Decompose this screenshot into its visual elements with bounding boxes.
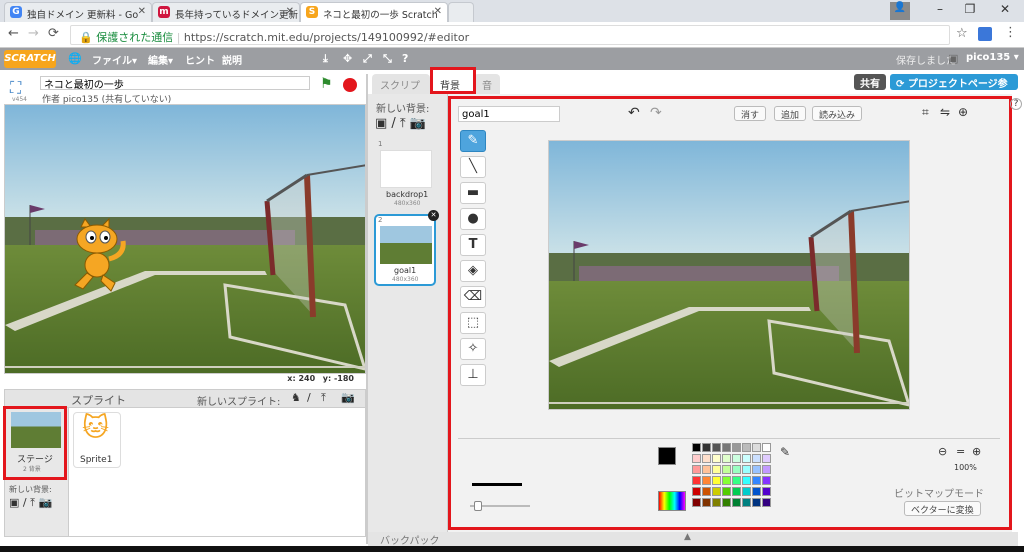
editor-tabs: スクリプト 背景 音 共有 ⟳ プロジェクトページ参照 [368, 67, 1018, 107]
m-site-icon: m [158, 6, 170, 18]
user-menu[interactable]: pico135 ▾ [966, 52, 1019, 63]
highlight-stage [3, 406, 67, 480]
sprite-name: Sprite1 [80, 455, 113, 465]
delete-icon[interactable]: ✕ [428, 210, 439, 221]
lock-icon: 🔒 [79, 31, 97, 44]
backdrop-choose-icons[interactable]: ▣ / ⤒ 📷 [375, 116, 426, 131]
backdrop-thumbnail [380, 150, 432, 188]
backdrop-thumbnail [380, 226, 432, 264]
backdrop-item-selected[interactable]: 2 ✕ goal1 480x360 [374, 210, 439, 286]
url-input[interactable]: 🔒 保護された通信 | https://scratch.mit.edu/proj… [70, 25, 950, 45]
sprite-thumbnail[interactable]: 🐱 Sprite1 [73, 412, 121, 468]
shrink-tool-icon[interactable]: ⤡ [383, 52, 392, 66]
cat-thumbnail-icon: 🐱 [82, 413, 110, 443]
browser-tab-title: 独自ドメイン 更新料 - Go [27, 10, 139, 21]
about-menu[interactable]: 説明 [222, 52, 242, 67]
backdrop-name: goal1 [394, 266, 417, 275]
profile-icon[interactable]: 👤 [890, 2, 910, 20]
upload-sprite-icon[interactable]: ⤒ [321, 391, 326, 405]
star-icon[interactable]: ☆ [956, 26, 968, 41]
browser-tab-title: 長年持っているドメイン更新 [175, 10, 299, 21]
fullscreen-icon[interactable]: ⛶ [10, 78, 21, 98]
mouse-y: y: -180 [322, 374, 354, 383]
sprite-library-icon[interactable]: ♞ [291, 391, 301, 404]
backdrop-item[interactable]: 1 backdrop1 480x360 [374, 140, 440, 208]
folder-icon[interactable]: ▣ [948, 52, 958, 65]
backdrop-size: 480x360 [394, 200, 421, 207]
highlight-backdrop-tab [430, 67, 476, 94]
backdrop-size: 480x360 [392, 276, 419, 283]
security-label: 保護された通信 [96, 31, 174, 44]
extension-icon[interactable] [978, 27, 992, 41]
share-button[interactable]: 共有 [854, 74, 886, 90]
cat-sprite[interactable] [67, 217, 131, 297]
project-page-button[interactable]: ⟳ プロジェクトページ参照 [890, 74, 1018, 105]
minimize-icon[interactable]: – [925, 2, 955, 20]
backdrop-name: backdrop1 [386, 190, 429, 199]
tab-sounds[interactable]: 音 [474, 74, 500, 94]
window-close-icon[interactable]: ✕ [990, 2, 1020, 20]
backpack-bar[interactable]: バックパック ▲ [368, 532, 1018, 547]
mouse-x: x: 240 [287, 374, 316, 383]
stage-footer: x: 240 y: -180 [4, 374, 366, 388]
stop-icon[interactable] [343, 78, 357, 92]
edit-menu[interactable]: 編集▾ [148, 52, 173, 67]
file-menu[interactable]: ファイル▾ [92, 52, 137, 67]
project-title-input[interactable] [40, 76, 310, 90]
grow-tool-icon[interactable]: ⤢ [363, 52, 372, 66]
back-icon[interactable]: ← [8, 26, 19, 41]
backdrop-number: 2 [378, 216, 383, 224]
reload-icon[interactable]: ⟳ [48, 26, 59, 41]
version-label: v454 [12, 96, 28, 103]
backdrop-number: 1 [378, 140, 383, 148]
cut-tool-icon[interactable]: ✥ [343, 52, 352, 65]
saved-status: 保存しました [896, 56, 956, 67]
browser-tab-strip: G 独自ドメイン 更新料 - Go ✕ m 長年持っているドメイン更新 ✕ S … [0, 0, 1024, 22]
browser-tab-title: ネコと最初の一歩 Scratch [323, 10, 438, 21]
paint-editor: ↶ ↷ 消す 追加 読み込み ⌗ ⇋ ⊕ ✎ ╲ ▬ ● T ◈ ⌫ ⬚ ✧ ⊥ [448, 94, 1012, 532]
url-text: https://scratch.mit.edu/projects/1491009… [183, 31, 470, 44]
browser-tab-2[interactable]: m 長年持っているドメイン更新 ✕ [152, 2, 300, 22]
expand-up-icon[interactable]: ▲ [684, 532, 691, 542]
scratch-icon: S [306, 6, 318, 18]
new-sprite-label: 新しいスプライト: [197, 397, 281, 408]
google-icon: G [10, 6, 22, 18]
restore-icon[interactable]: ❐ [955, 2, 985, 20]
menu-icon[interactable]: ⋮ [1004, 25, 1017, 40]
help-circle-icon[interactable]: ? [1010, 98, 1022, 110]
new-tab-button[interactable] [448, 2, 474, 22]
tips-menu[interactable]: ヒント [185, 52, 215, 67]
soccer-goal-backdrop [5, 105, 365, 373]
stage-canvas[interactable] [4, 104, 366, 374]
backdrop-list: 新しい背景: ▣ / ⤒ 📷 1 backdrop1 480x360 2 ✕ g… [368, 94, 448, 532]
highlight-paint-editor [448, 96, 1012, 530]
scratch-logo[interactable]: SCRATCH [4, 50, 56, 68]
stamp-tool-icon[interactable]: ⤓ [323, 52, 328, 66]
help-icon[interactable]: ? [402, 52, 408, 65]
paint-sprite-icon[interactable]: / [307, 391, 311, 404]
globe-icon[interactable]: 🌐 [68, 52, 82, 65]
close-icon[interactable]: ✕ [286, 6, 294, 17]
camera-sprite-icon[interactable]: 📷 [341, 391, 355, 404]
new-backdrop-label: 新しい背景: [9, 485, 52, 494]
browser-tab-3[interactable]: S ネコと最初の一歩 Scratch ✕ [300, 2, 448, 22]
backdrop-library-icons[interactable]: ▣ / ⤒ 📷 [9, 496, 52, 510]
stage-header: ⛶ v454 作者 pico135 (共有していない) ⚑ [4, 74, 366, 105]
browser-tab-1[interactable]: G 独自ドメイン 更新料 - Go ✕ [4, 2, 152, 22]
new-backdrop-label: 新しい背景: [376, 104, 430, 115]
tab-scripts[interactable]: スクリプト [372, 74, 430, 107]
address-bar: ← → ⟳ 🔒 保護された通信 | https://scratch.mit.ed… [0, 22, 1024, 48]
close-icon[interactable]: ✕ [138, 6, 146, 17]
sprites-title: スプライト [71, 394, 126, 407]
scratch-menubar: SCRATCH 🌐 ファイル▾ 編集▾ ヒント 説明 ⤓ ✥ ⤢ ⤡ ? 保存し… [0, 48, 1024, 70]
close-icon[interactable]: ✕ [434, 6, 442, 17]
os-taskbar [0, 546, 1024, 552]
sprite-pane: スプライト 新しいスプライト: ♞ / ⤒ 📷 ステージ 2 背景 新しい背景:… [3, 389, 366, 537]
green-flag-icon[interactable]: ⚑ [320, 76, 333, 92]
forward-icon[interactable]: → [28, 26, 39, 41]
